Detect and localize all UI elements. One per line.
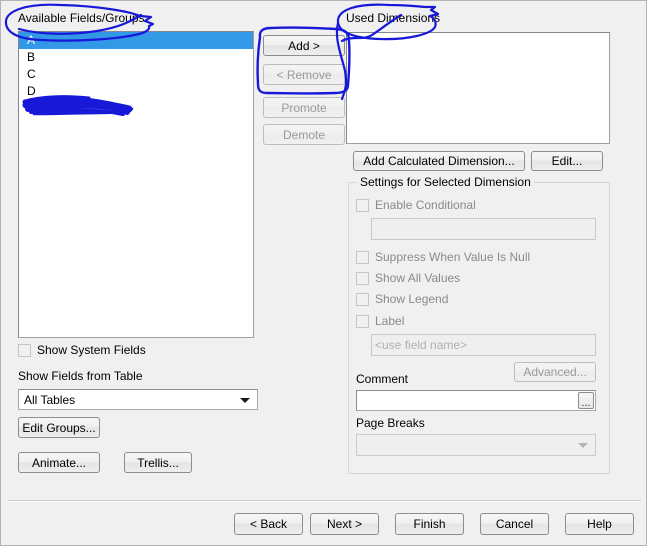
comment-input[interactable] <box>356 390 596 411</box>
label-checkbox-label: Label <box>375 314 405 328</box>
cancel-button[interactable]: Cancel <box>480 513 549 535</box>
comment-label: Comment <box>356 372 409 386</box>
show-all-values-label: Show All Values <box>375 271 461 285</box>
label-field-placeholder: <use field name> <box>375 338 468 352</box>
edit-dimension-button[interactable]: Edit... <box>531 151 603 171</box>
used-dimensions-label: Used Dimensions <box>346 11 441 25</box>
add-calculated-dimension-button[interactable]: Add Calculated Dimension... <box>353 151 525 171</box>
suppress-when-value-is-null-row[interactable]: Suppress When Value Is Null <box>356 250 530 264</box>
help-button[interactable]: Help <box>565 513 634 535</box>
label-checkbox[interactable] <box>356 314 369 328</box>
remove-button[interactable]: < Remove <box>263 64 345 85</box>
page-breaks-label: Page Breaks <box>356 416 425 430</box>
next-button[interactable]: Next > <box>310 513 379 535</box>
enable-conditional-label: Enable Conditional <box>375 198 476 212</box>
list-item[interactable]: A <box>19 32 253 49</box>
list-item-redacted[interactable] <box>19 100 253 117</box>
add-button[interactable]: Add > <box>263 35 345 56</box>
suppress-when-value-is-null-checkbox[interactable] <box>356 250 369 264</box>
footer-separator <box>8 500 641 502</box>
list-item[interactable]: C <box>19 66 253 83</box>
suppress-when-value-is-null-label: Suppress When Value Is Null <box>375 250 531 264</box>
animate-button[interactable]: Animate... <box>18 452 100 473</box>
show-all-values-checkbox[interactable] <box>356 271 369 285</box>
label-field-input[interactable]: <use field name> <box>371 334 596 356</box>
advanced-button[interactable]: Advanced... <box>514 362 596 382</box>
page-breaks-select[interactable] <box>356 434 596 456</box>
list-item[interactable]: D <box>19 83 253 100</box>
promote-button[interactable]: Promote <box>263 97 345 118</box>
show-all-values-row[interactable]: Show All Values <box>356 271 460 285</box>
list-item[interactable]: B <box>19 49 253 66</box>
available-fields-groups-label: Available Fields/Groups <box>18 11 145 25</box>
settings-group-title: Settings for Selected Dimension <box>357 175 534 189</box>
demote-button[interactable]: Demote <box>263 124 345 145</box>
edit-groups-button[interactable]: Edit Groups... <box>18 417 100 438</box>
finish-button[interactable]: Finish <box>395 513 464 535</box>
available-fields-listbox[interactable]: A B C D <box>18 31 254 338</box>
back-button[interactable]: < Back <box>234 513 303 535</box>
show-fields-from-table-label: Show Fields from Table <box>18 369 143 383</box>
chevron-down-icon <box>578 443 588 448</box>
used-dimensions-listbox[interactable] <box>346 32 610 144</box>
table-filter-select[interactable]: All Tables <box>18 389 258 410</box>
show-system-fields-row[interactable]: Show System Fields <box>18 343 146 357</box>
chevron-down-icon <box>240 397 250 403</box>
show-legend-checkbox[interactable] <box>356 292 369 306</box>
enable-conditional-checkbox[interactable] <box>356 198 369 212</box>
show-legend-label: Show Legend <box>375 292 449 306</box>
label-checkbox-row[interactable]: Label <box>356 314 404 328</box>
show-system-fields-checkbox[interactable] <box>18 343 31 357</box>
trellis-button[interactable]: Trellis... <box>124 452 192 473</box>
table-filter-value: All Tables <box>24 392 76 407</box>
show-system-fields-label: Show System Fields <box>37 343 146 357</box>
enable-conditional-row[interactable]: Enable Conditional <box>356 198 476 212</box>
comment-browse-button[interactable]: ... <box>578 392 594 409</box>
conditional-expression-input[interactable] <box>371 218 596 240</box>
dimensions-wizard-dialog: Available Fields/Groups A B C D Add > < … <box>0 0 647 546</box>
show-legend-row[interactable]: Show Legend <box>356 292 448 306</box>
